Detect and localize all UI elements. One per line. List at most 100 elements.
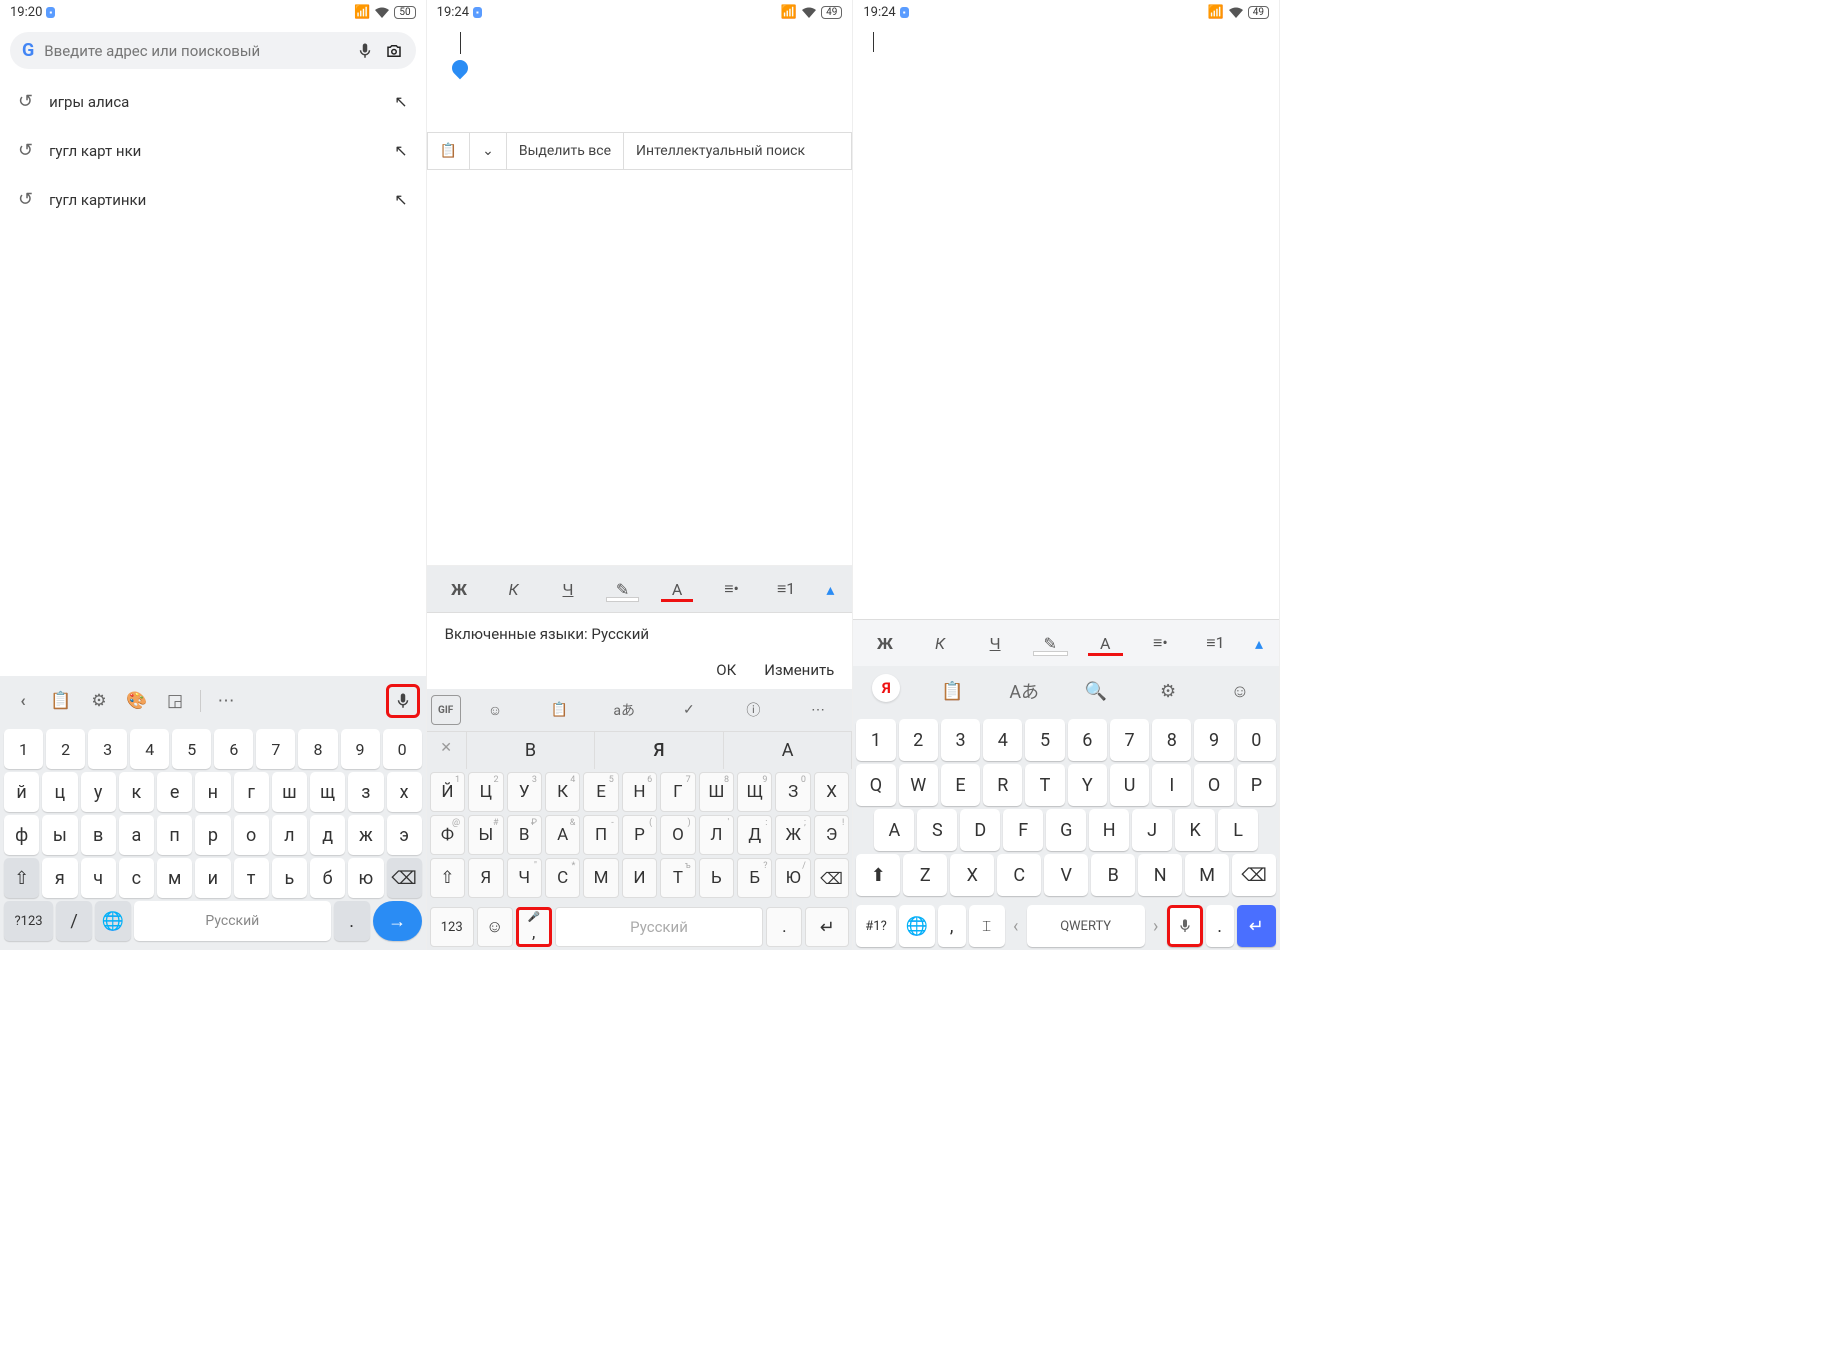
- key[interactable]: Ш8: [699, 772, 734, 812]
- space-key[interactable]: Русский: [134, 901, 330, 941]
- mic-icon[interactable]: [356, 42, 374, 60]
- key[interactable]: Р(: [622, 815, 657, 855]
- collapse-toolbar-icon[interactable]: ▴: [816, 572, 844, 606]
- camera-icon[interactable]: [384, 42, 404, 60]
- suggestion-row[interactable]: ↺ гугл карт нки ↖: [0, 126, 426, 175]
- suggestion[interactable]: В: [467, 732, 596, 769]
- palette-icon[interactable]: 🎨: [120, 684, 154, 718]
- paste-icon[interactable]: 📋: [428, 133, 470, 169]
- key[interactable]: т: [234, 858, 269, 898]
- enter-key[interactable]: →: [373, 901, 422, 941]
- key[interactable]: Б?: [737, 858, 772, 898]
- key[interactable]: 4: [130, 729, 169, 769]
- arrow-insert-icon[interactable]: ↖: [394, 190, 407, 209]
- key[interactable]: O: [1194, 764, 1233, 806]
- arrow-insert-icon[interactable]: ↖: [394, 92, 407, 111]
- prev-lang-icon[interactable]: ‹: [1008, 905, 1024, 947]
- period-key[interactable]: .: [1206, 905, 1234, 947]
- key[interactable]: л: [272, 815, 307, 855]
- key[interactable]: P: [1237, 764, 1276, 806]
- key[interactable]: 4: [983, 719, 1022, 761]
- gif-button[interactable]: GIF: [431, 695, 461, 725]
- key[interactable]: J: [1132, 809, 1172, 851]
- italic-button[interactable]: К: [914, 626, 965, 660]
- back-icon[interactable]: ‹: [6, 684, 40, 718]
- key[interactable]: 1: [856, 719, 895, 761]
- backspace-key[interactable]: ⌫: [1232, 854, 1276, 896]
- key[interactable]: З0: [775, 772, 810, 812]
- next-lang-icon[interactable]: ›: [1148, 905, 1164, 947]
- key[interactable]: 0: [1237, 719, 1276, 761]
- font-color-button[interactable]: А: [653, 572, 702, 606]
- info-icon[interactable]: ⓘ: [723, 695, 784, 725]
- key[interactable]: ф: [4, 815, 39, 855]
- key[interactable]: Ы#: [468, 815, 503, 855]
- key[interactable]: K: [1175, 809, 1215, 851]
- key[interactable]: С*: [545, 858, 580, 898]
- key[interactable]: 3: [941, 719, 980, 761]
- search-input[interactable]: [44, 42, 345, 60]
- key[interactable]: м: [157, 858, 192, 898]
- key[interactable]: Щ9: [737, 772, 772, 812]
- key[interactable]: Е5: [583, 772, 618, 812]
- key[interactable]: ч: [81, 858, 116, 898]
- translate-icon[interactable]: aあ: [594, 695, 655, 725]
- key[interactable]: щ: [310, 772, 345, 812]
- clipboard-icon[interactable]: 📋: [529, 695, 590, 725]
- key[interactable]: U: [1110, 764, 1149, 806]
- key[interactable]: О): [660, 815, 695, 855]
- key[interactable]: о: [234, 815, 269, 855]
- enter-key[interactable]: ↵: [805, 907, 849, 947]
- select-all-button[interactable]: Выделить все: [507, 133, 624, 169]
- suggestion-row[interactable]: ↺ гугл картинки ↖: [0, 175, 426, 224]
- key[interactable]: 5: [1025, 719, 1064, 761]
- key[interactable]: п: [157, 815, 192, 855]
- key[interactable]: E: [941, 764, 980, 806]
- italic-button[interactable]: К: [489, 572, 538, 606]
- key[interactable]: ю: [348, 858, 383, 898]
- key[interactable]: D: [960, 809, 1000, 851]
- key[interactable]: ы: [42, 815, 77, 855]
- key[interactable]: н: [195, 772, 230, 812]
- chevron-down-icon[interactable]: ⌄: [470, 133, 507, 169]
- key[interactable]: е: [157, 772, 192, 812]
- ok-button[interactable]: ОК: [716, 661, 736, 679]
- key[interactable]: 9: [1194, 719, 1233, 761]
- key[interactable]: з: [348, 772, 383, 812]
- collapse-toolbar-icon[interactable]: ▴: [1245, 626, 1273, 660]
- key[interactable]: б: [310, 858, 345, 898]
- translate-icon[interactable]: Aあ: [1004, 674, 1044, 708]
- key[interactable]: 6: [214, 729, 253, 769]
- key[interactable]: T: [1025, 764, 1064, 806]
- mic-key[interactable]: [1167, 905, 1203, 947]
- cursor-move-key[interactable]: ⌶: [969, 905, 1005, 947]
- slash-key[interactable]: /: [56, 901, 92, 941]
- key[interactable]: A: [874, 809, 914, 851]
- key[interactable]: I: [1152, 764, 1191, 806]
- key[interactable]: 6: [1068, 719, 1107, 761]
- key[interactable]: 2: [46, 729, 85, 769]
- key[interactable]: Ь: [699, 858, 734, 898]
- mic-icon[interactable]: [386, 684, 420, 718]
- key[interactable]: S: [917, 809, 957, 851]
- key[interactable]: Тъ: [660, 858, 695, 898]
- key[interactable]: М: [583, 858, 618, 898]
- key[interactable]: р: [195, 815, 230, 855]
- key[interactable]: C: [997, 854, 1041, 896]
- key[interactable]: К4: [545, 772, 580, 812]
- numbers-key[interactable]: 123: [430, 907, 474, 947]
- space-key[interactable]: QWERTY: [1027, 905, 1145, 947]
- underline-button[interactable]: Ч: [970, 626, 1021, 660]
- bold-button[interactable]: Ж: [859, 626, 910, 660]
- search-bar[interactable]: G: [10, 32, 416, 69]
- enter-key[interactable]: ↵: [1237, 905, 1276, 947]
- period-key[interactable]: .: [334, 901, 370, 941]
- shift-key[interactable]: ⬆: [856, 854, 900, 896]
- key[interactable]: Г7: [660, 772, 695, 812]
- comma-key[interactable]: ,: [938, 905, 966, 947]
- key[interactable]: ш: [272, 772, 307, 812]
- backspace-key[interactable]: ⌫: [814, 858, 849, 898]
- clipboard-icon[interactable]: 📋: [932, 674, 972, 708]
- shift-key[interactable]: ⇧: [430, 858, 465, 898]
- font-color-button[interactable]: А: [1080, 626, 1131, 660]
